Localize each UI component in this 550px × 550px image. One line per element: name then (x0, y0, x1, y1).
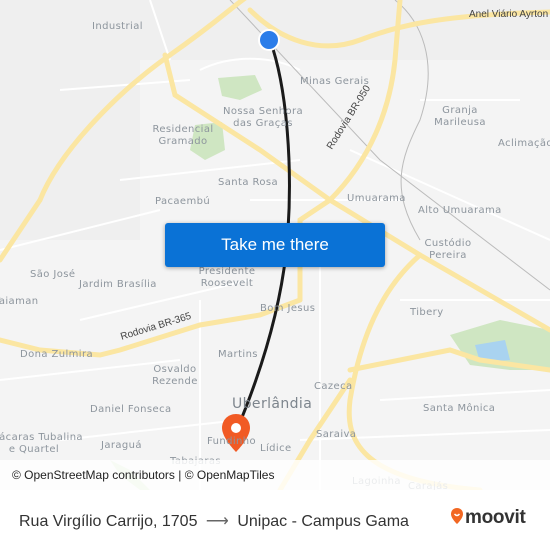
neighborhood-label: Chácaras Tubalina e Quartel (0, 432, 83, 455)
neighborhood-label: Dona Zulmira (20, 349, 93, 360)
neighborhood-label: Custódio Pereira (424, 238, 472, 261)
moovit-logo[interactable]: moovit (450, 507, 526, 529)
neighborhood-label: São José (30, 269, 76, 280)
neighborhood-label: Bom Jesus (260, 303, 316, 314)
neighborhood-label: Saraiva (316, 429, 357, 440)
take-me-there-button[interactable]: Take me there (165, 223, 385, 267)
neighborhood-label: Alto Umuarama (418, 205, 502, 216)
neighborhood-label: Umuarama (347, 193, 406, 204)
route-summary: Rua Virgílio Carrijo, 1705 ⟶ Unipac - Ca… (19, 511, 409, 531)
footer: Rua Virgílio Carrijo, 1705 ⟶ Unipac - Ca… (0, 490, 550, 550)
neighborhood-label: Jardim Brasília (79, 279, 157, 290)
attribution-bar: © OpenStreetMap contributors | © OpenMap… (0, 460, 550, 490)
arrow-right-icon: ⟶ (205, 513, 229, 530)
neighborhood-label: Jaraguá (101, 440, 142, 451)
neighborhood-label: Santa Rosa (218, 177, 278, 188)
neighborhood-label: Aclimação (498, 138, 550, 149)
origin-marker[interactable] (258, 29, 280, 51)
destination-name: Unipac - Campus Gama (237, 513, 409, 530)
neighborhood-label: Granja Marileusa (434, 105, 486, 128)
brand-name: moovit (465, 507, 526, 528)
neighborhood-label: Daniel Fonseca (90, 404, 172, 415)
neighborhood-label: Martins (218, 349, 258, 360)
origin-name: Rua Virgílio Carrijo, 1705 (19, 513, 198, 530)
neighborhood-label: Taiaman (0, 296, 39, 307)
neighborhood-label: Presidente Roosevelt (198, 266, 256, 289)
attribution-text[interactable]: © OpenStreetMap contributors | © OpenMap… (12, 468, 274, 482)
neighborhood-label: Cazeca (314, 381, 353, 392)
neighborhood-label: Fundinho (207, 436, 257, 447)
neighborhood-label: Tibery (410, 307, 444, 318)
road-label: Anel Viário Ayrton (469, 9, 549, 20)
neighborhood-label: Osvaldo Rezende (152, 364, 198, 387)
neighborhood-label: Pacaembú (155, 196, 211, 207)
neighborhood-label: Santa Mônica (423, 403, 496, 414)
neighborhood-label: Residencial Gramado (152, 124, 214, 147)
neighborhood-label: Lídice (260, 443, 292, 454)
city-label: Uberlândia (232, 396, 313, 412)
map-view[interactable]: Industrial Minas Gerais Nossa Senhora da… (0, 0, 550, 490)
neighborhood-label: Industrial (92, 21, 143, 32)
neighborhood-label: Minas Gerais (300, 76, 370, 87)
moovit-pin-icon (451, 508, 463, 524)
neighborhood-label: Nossa Senhora das Graças (222, 106, 304, 129)
